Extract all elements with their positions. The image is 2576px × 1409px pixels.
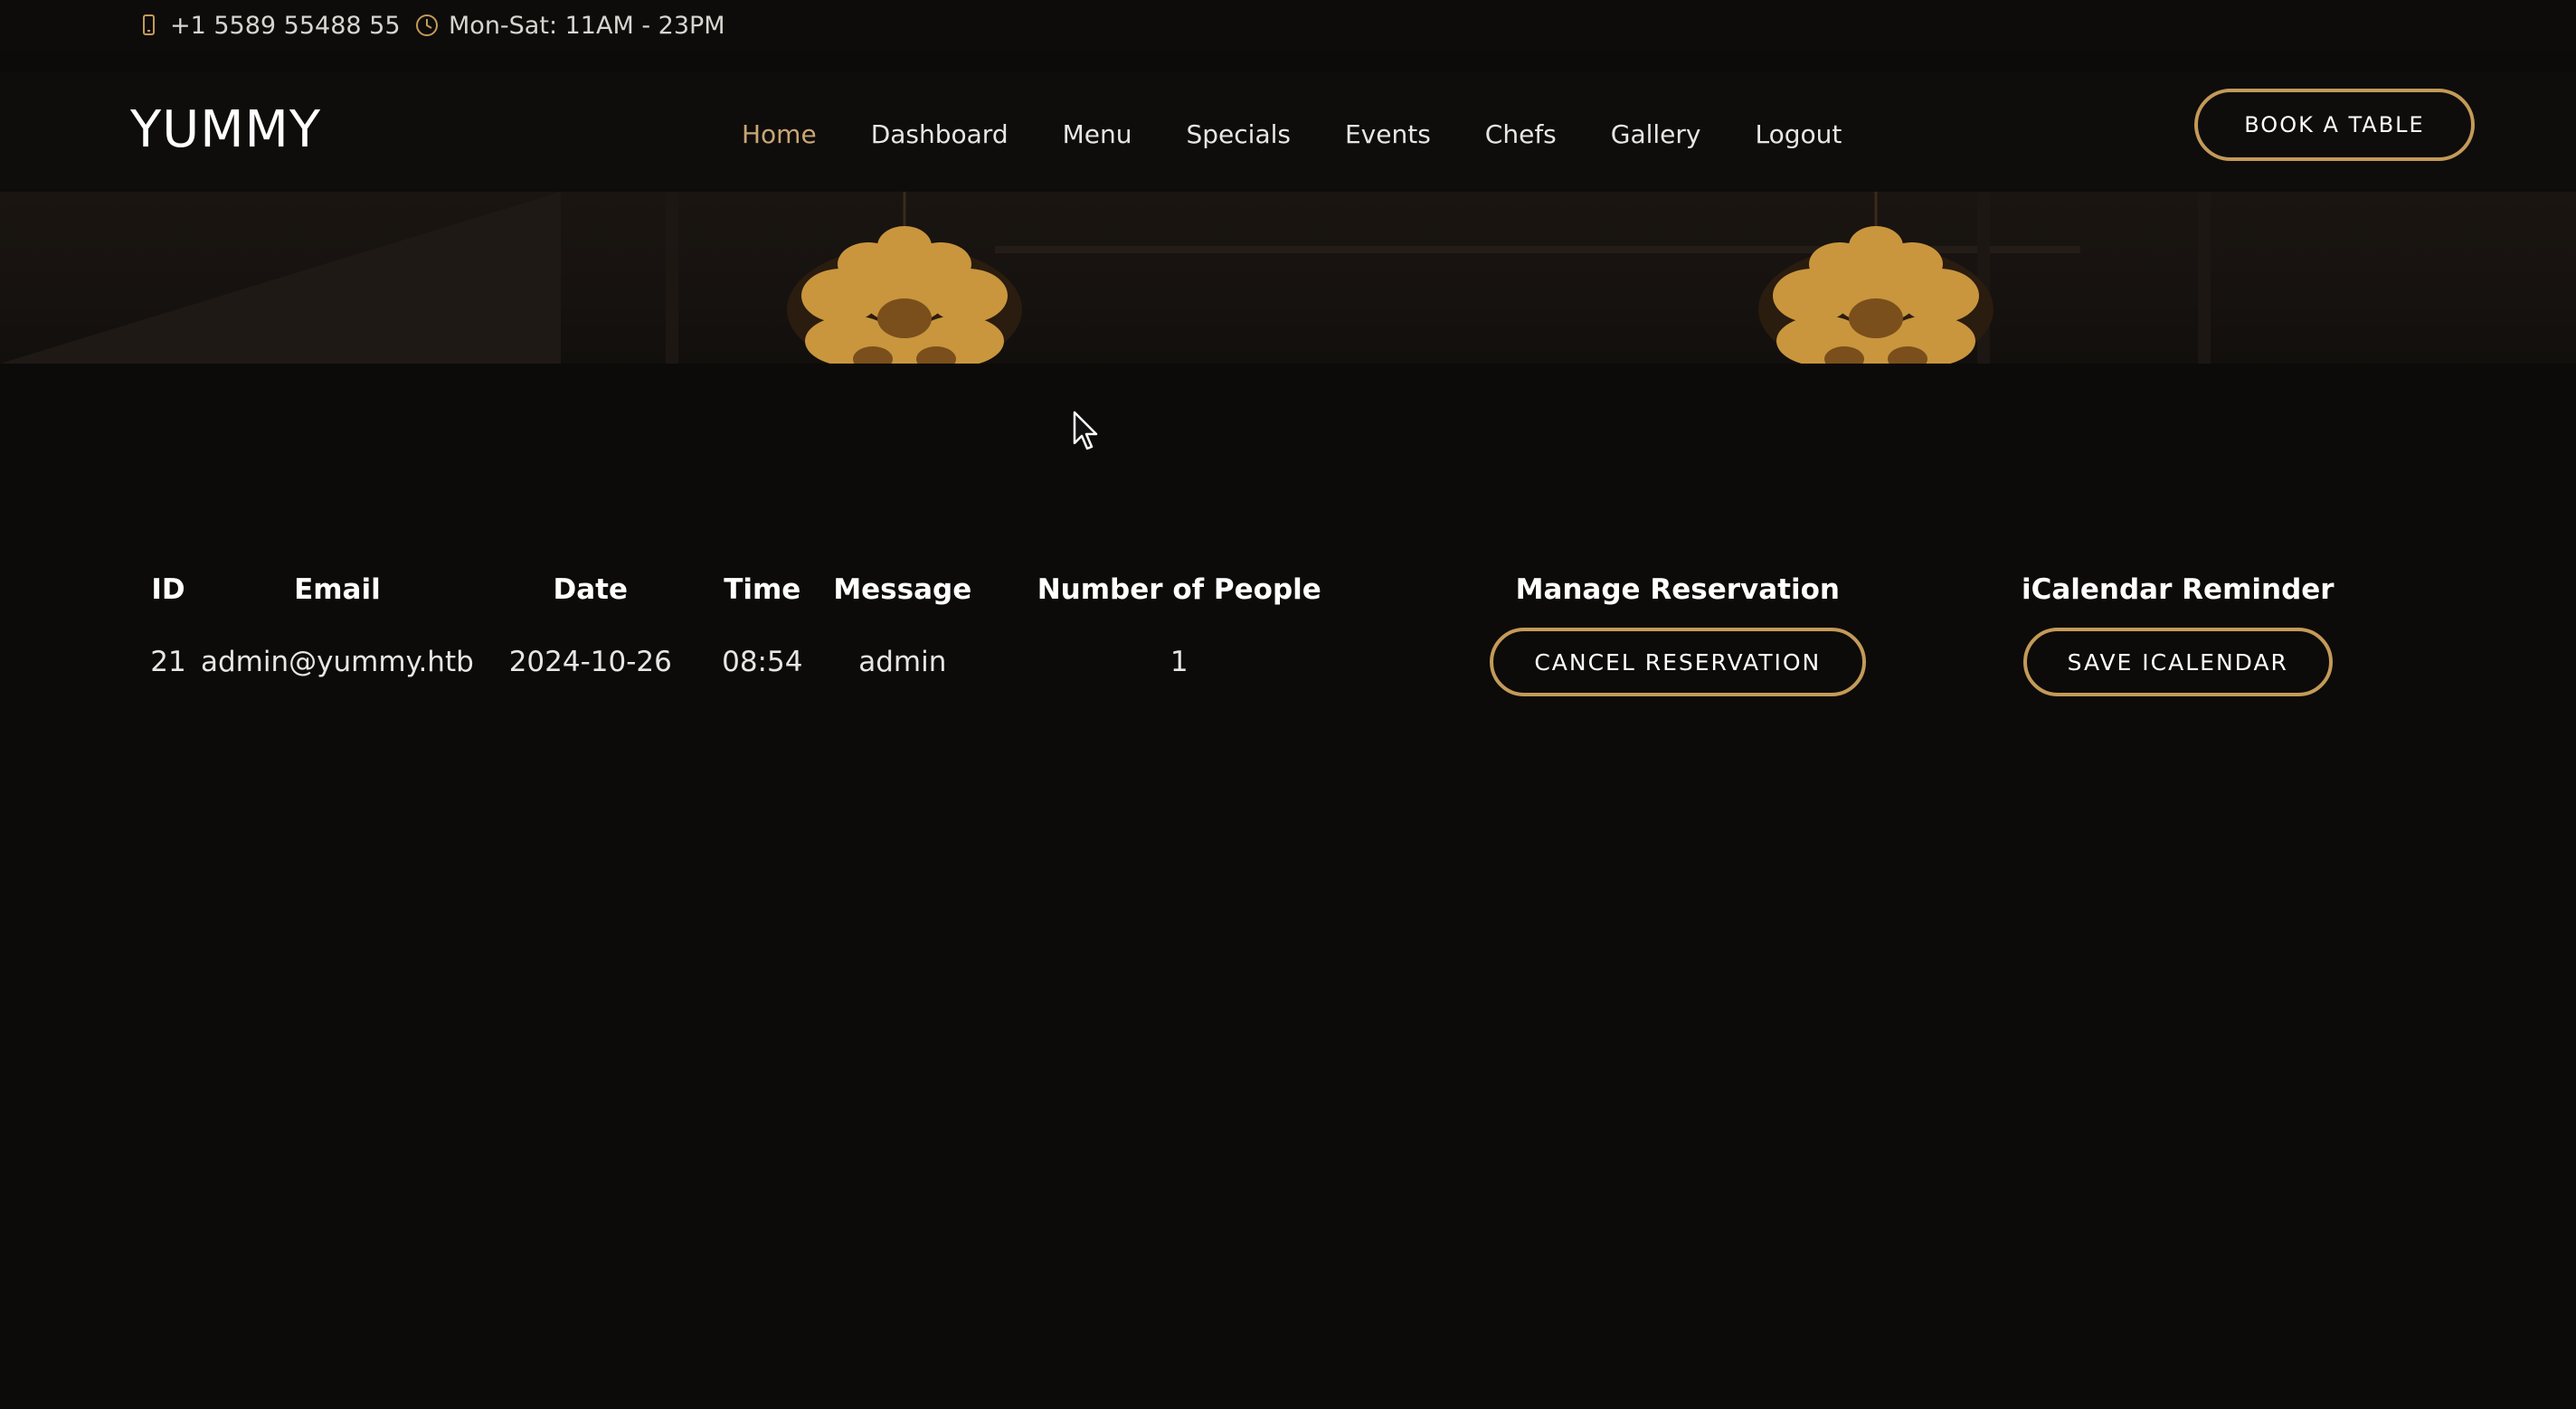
reservations-table: ID Email Date Time Message Number of Peo…	[136, 553, 2372, 698]
nav-item-home[interactable]: Home	[742, 119, 817, 149]
reservation-date: 2024-10-26	[508, 646, 672, 678]
phone-info: +1 5589 55488 55	[136, 11, 401, 40]
reservation-id: 21	[150, 646, 186, 678]
book-a-table-button[interactable]: BOOK A TABLE	[2194, 89, 2475, 161]
save-icalendar-button[interactable]: SAVE ICALENDAR	[2022, 628, 2333, 696]
pendant-lamp-icon	[787, 192, 1022, 364]
col-header-date: Date	[553, 573, 629, 606]
col-header-email: Email	[294, 573, 381, 606]
opening-hours: Mon-Sat: 11AM - 23PM	[449, 11, 725, 40]
reservation-message: admin	[858, 646, 947, 678]
cancel-reservation-button[interactable]: CANCEL RESERVATION	[1489, 628, 1866, 696]
nav-item-gallery[interactable]: Gallery	[1611, 119, 1701, 149]
hours-info: Mon-Sat: 11AM - 23PM	[414, 11, 725, 40]
phone-icon	[136, 13, 161, 38]
clock-icon	[414, 13, 440, 38]
nav-item-menu[interactable]: Menu	[1063, 119, 1132, 149]
hero-post	[2198, 192, 2211, 364]
site-logo[interactable]: YUMMY	[130, 96, 321, 165]
phone-number: +1 5589 55488 55	[170, 11, 401, 40]
main-nav: Home Dashboard Menu Specials Events Chef…	[742, 110, 1842, 157]
reservation-time: 08:54	[722, 646, 803, 678]
ical-cell: SAVE ICALENDAR	[1984, 626, 2372, 698]
nav-item-specials[interactable]: Specials	[1187, 119, 1291, 149]
mouse-cursor-icon	[1073, 411, 1098, 450]
col-header-id: ID	[151, 573, 185, 606]
manage-cell: CANCEL RESERVATION	[1371, 626, 1984, 698]
col-header-manage: Manage Reservation	[1515, 573, 1840, 606]
table-header-row: ID Email Date Time Message Number of Peo…	[136, 553, 2372, 626]
reservation-email: admin@yummy.htb	[201, 646, 474, 678]
site-header: YUMMY Home Dashboard Menu Specials Event…	[0, 72, 2576, 192]
nav-item-events[interactable]: Events	[1345, 119, 1431, 149]
nav-item-dashboard[interactable]: Dashboard	[871, 119, 1009, 149]
col-header-people: Number of People	[1037, 573, 1321, 606]
col-header-message: Message	[833, 573, 972, 606]
col-header-time: Time	[724, 573, 801, 606]
nav-item-chefs[interactable]: Chefs	[1485, 119, 1557, 149]
hero-shadow-shape	[0, 192, 561, 364]
pendant-lamp-icon	[1758, 192, 1994, 364]
top-info-bar: +1 5589 55488 55 Mon-Sat: 11AM - 23PM	[0, 0, 2576, 51]
col-header-ical: iCalendar Reminder	[2021, 573, 2334, 606]
table-row: 21 admin@yummy.htb 2024-10-26 08:54 admi…	[136, 626, 2372, 698]
nav-item-logout[interactable]: Logout	[1756, 119, 1842, 149]
reservation-people: 1	[1170, 646, 1189, 678]
hero-post	[666, 192, 678, 364]
hero-banner-image	[0, 192, 2576, 364]
